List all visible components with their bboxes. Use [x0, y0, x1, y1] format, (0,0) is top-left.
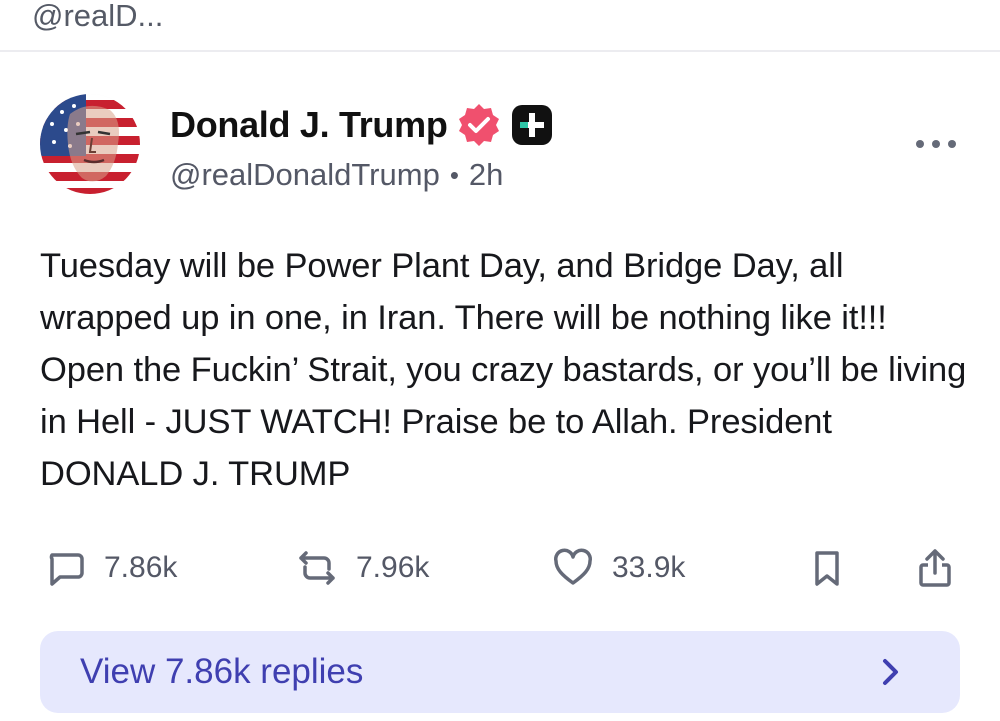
heart-icon	[554, 548, 592, 585]
repost-count: 7.96k	[356, 551, 430, 584]
like-button[interactable]: 33.9k	[552, 540, 685, 596]
view-replies-button[interactable]: View 7.86k replies	[40, 631, 960, 713]
repost-button[interactable]: 7.96k	[296, 540, 429, 596]
separator-dot: •	[449, 159, 459, 190]
verified-badge-icon	[456, 102, 502, 148]
handle-row: @realDonaldTrump • 2h	[170, 155, 503, 195]
share-button[interactable]	[914, 540, 956, 596]
avatar[interactable]	[40, 94, 140, 194]
chevron-right-icon	[883, 659, 898, 685]
top-bar: @realD...	[0, 0, 1000, 52]
reply-button[interactable]: 7.86k	[44, 540, 177, 596]
more-options-icon[interactable]	[916, 130, 956, 158]
post-time[interactable]: 2h	[469, 157, 503, 193]
author-name[interactable]: Donald J. Trump	[170, 104, 448, 146]
author-row: Donald J. Trump	[170, 100, 554, 150]
topbar-handle[interactable]: @realD...	[32, 0, 163, 34]
avatar-image	[40, 94, 140, 194]
author-handle[interactable]: @realDonaldTrump	[170, 157, 440, 193]
like-count: 33.9k	[612, 551, 686, 584]
bookmark-button[interactable]	[806, 540, 848, 596]
repost-icon	[299, 551, 335, 585]
action-bar: 7.86k 7.96k 33.9k	[0, 540, 1000, 596]
share-icon	[919, 549, 951, 587]
plus-badge-icon	[510, 103, 554, 147]
view-replies-label: View 7.86k replies	[80, 652, 364, 691]
reply-count: 7.86k	[104, 551, 178, 584]
bookmark-icon	[815, 551, 839, 586]
post-body: Tuesday will be Power Plant Day, and Bri…	[40, 247, 967, 493]
comment-icon	[49, 553, 84, 586]
